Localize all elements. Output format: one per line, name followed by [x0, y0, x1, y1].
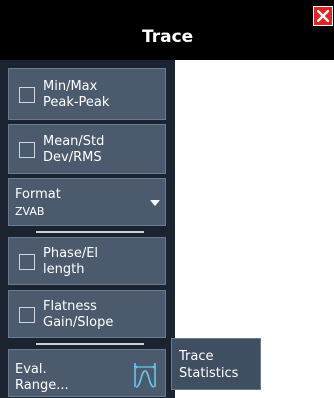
min-max-label-line1: Min/Max	[43, 79, 98, 94]
mean-std-label-line1: Mean/Std	[43, 134, 105, 149]
mean-std-dev-button[interactable]: Mean/Std Dev/RMS	[8, 124, 166, 174]
phase-label-line1: Phase/El	[43, 246, 99, 261]
format-label: Format	[15, 187, 61, 202]
mean-std-label-line2: Dev/RMS	[43, 150, 102, 165]
eval-range-icon	[133, 363, 157, 388]
min-max-peak-button[interactable]: Min/Max Peak-Peak	[8, 68, 166, 120]
chevron-down-icon	[150, 200, 160, 206]
min-max-label-line2: Peak-Peak	[43, 95, 110, 110]
flatness-gain-slope-button[interactable]: Flatness Gain/Slope	[8, 290, 166, 338]
format-dropdown[interactable]: Format ZVAB	[8, 178, 166, 226]
eval-range-label-line2: Range...	[15, 378, 69, 393]
trace-statistics-tooltip: Trace Statistics	[171, 338, 261, 390]
format-value: ZVAB	[15, 205, 45, 218]
mean-std-checkbox[interactable]	[19, 142, 35, 158]
close-button[interactable]	[313, 6, 333, 26]
window-header: Trace	[0, 0, 334, 60]
window-title: Trace	[142, 27, 194, 47]
eval-range-label-line1: Eval.	[15, 362, 47, 377]
eval-range-button[interactable]: Eval. Range...	[8, 349, 166, 397]
group-separator	[36, 231, 144, 233]
phase-label-line2: length	[43, 262, 85, 277]
flatness-label-line2: Gain/Slope	[43, 315, 114, 330]
min-max-checkbox[interactable]	[19, 87, 35, 103]
flatness-label-line1: Flatness	[43, 299, 97, 314]
group-separator	[36, 343, 144, 345]
tooltip-line1: Trace	[179, 349, 214, 364]
phase-el-length-button[interactable]: Phase/El length	[8, 237, 166, 285]
phase-checkbox[interactable]	[19, 254, 35, 270]
tooltip-line2: Statistics	[179, 366, 239, 381]
flatness-checkbox[interactable]	[19, 307, 35, 323]
softkey-panel: Min/Max Peak-Peak Mean/Std Dev/RMS Forma…	[0, 60, 175, 398]
close-icon	[317, 10, 329, 22]
